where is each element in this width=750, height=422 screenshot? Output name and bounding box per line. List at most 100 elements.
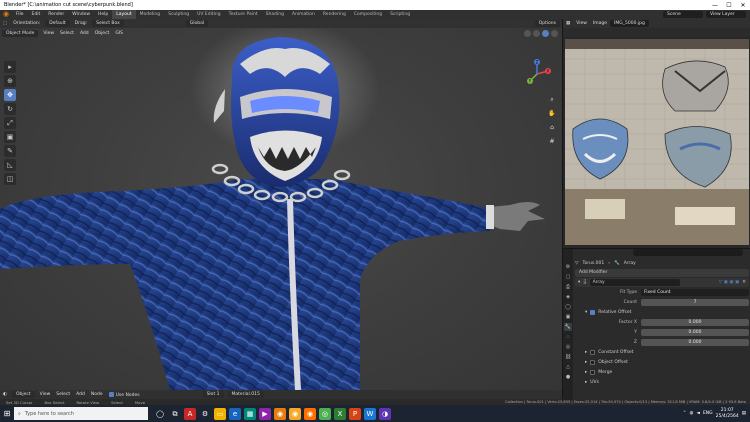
menu-view[interactable]: View bbox=[40, 31, 57, 36]
minimize-button[interactable]: — bbox=[708, 2, 722, 9]
constant-offset-expand-icon[interactable]: ▸ bbox=[585, 350, 587, 355]
object-properties-icon[interactable]: ▣ bbox=[564, 313, 572, 321]
view-layer-selector[interactable]: View Layer bbox=[706, 11, 746, 18]
move-tool-icon[interactable]: ✥ bbox=[4, 89, 16, 101]
navigation-gizmo[interactable]: X Y Z bbox=[522, 59, 552, 89]
image-editor-type-icon[interactable]: ▦ bbox=[563, 21, 573, 26]
material-dropdown[interactable]: Material.015 bbox=[227, 391, 264, 398]
maximize-button[interactable]: ☐ bbox=[722, 2, 736, 9]
blender-app-icon[interactable]: ◉ bbox=[274, 407, 286, 420]
menu-gis[interactable]: GIS bbox=[112, 31, 126, 36]
tray-expand-icon[interactable]: ⌃ bbox=[683, 411, 687, 416]
object-offset-expand-icon[interactable]: ▸ bbox=[585, 360, 587, 365]
blender-logo-icon[interactable]: ◉ bbox=[0, 10, 12, 19]
menu-object[interactable]: Object bbox=[92, 31, 113, 36]
factor-x-field[interactable]: 0.000 bbox=[641, 318, 749, 326]
media-app-icon[interactable]: ▶ bbox=[259, 407, 271, 420]
mode-dropdown[interactable]: Object Mode bbox=[2, 29, 39, 37]
menu-render[interactable]: Render bbox=[44, 12, 68, 17]
taskbar-clock[interactable]: 21:07 25/4/2564 bbox=[716, 408, 739, 420]
excel-app-icon[interactable]: X bbox=[334, 407, 346, 420]
relative-offset-expand-icon[interactable]: ▾ bbox=[585, 310, 587, 315]
tab-layout[interactable]: Layout bbox=[112, 10, 136, 19]
camera-icon[interactable]: ⌂ bbox=[547, 123, 557, 133]
tab-shading[interactable]: Shading bbox=[262, 10, 288, 19]
tool-icon[interactable]: ⬚ bbox=[0, 21, 10, 26]
count-field[interactable]: 7 bbox=[641, 298, 749, 306]
image-name-field[interactable]: IMG_5000.jpg bbox=[610, 20, 649, 27]
data-properties-icon[interactable]: △ bbox=[564, 363, 572, 371]
edge-browser-icon[interactable]: e bbox=[229, 407, 241, 420]
factor-z-field[interactable]: 0.000 bbox=[641, 338, 749, 346]
modifier-toggle-icons[interactable]: ▽ ▣ ▣ ▣ bbox=[719, 280, 740, 285]
notifications-icon[interactable]: ▤ bbox=[742, 411, 746, 416]
slot-dropdown[interactable]: Slot 1 bbox=[202, 391, 224, 398]
taskbar-search-box[interactable]: ⌕ Type here to search bbox=[14, 407, 148, 420]
fit-type-dropdown[interactable]: Fixed Count bbox=[641, 288, 749, 296]
store-app-icon[interactable]: ▦ bbox=[244, 407, 256, 420]
add-modifier-button[interactable]: Add Modifier bbox=[575, 269, 749, 277]
merge-expand-icon[interactable]: ▸ bbox=[585, 370, 587, 375]
file-explorer-icon[interactable]: ▭ bbox=[214, 407, 226, 420]
constraints-properties-icon[interactable]: ⛓ bbox=[564, 353, 572, 361]
footer-menu-view[interactable]: View bbox=[37, 392, 54, 397]
material-properties-icon[interactable]: ● bbox=[564, 373, 572, 381]
discord-app-icon[interactable]: ◑ bbox=[379, 407, 391, 420]
measure-tool-icon[interactable]: ◺ bbox=[4, 159, 16, 171]
add-cube-tool-icon[interactable]: ◫ bbox=[4, 173, 16, 185]
transform-tool-icon[interactable]: ▣ bbox=[4, 131, 16, 143]
properties-search-input[interactable] bbox=[633, 249, 743, 256]
menu-help[interactable]: Help bbox=[94, 12, 112, 17]
tab-texture-paint[interactable]: Texture Paint bbox=[225, 10, 262, 19]
solid-shading-button[interactable] bbox=[533, 29, 540, 37]
world-properties-icon[interactable]: ◯ bbox=[564, 303, 572, 311]
task-switch-icon[interactable]: ⧉ bbox=[169, 408, 181, 420]
use-nodes-checkbox[interactable] bbox=[108, 391, 114, 397]
scale-tool-icon[interactable]: ⤢ bbox=[4, 117, 16, 129]
tab-animation[interactable]: Animation bbox=[288, 10, 319, 19]
menu-window[interactable]: Window bbox=[68, 12, 94, 17]
tab-uv-editing[interactable]: UV Editing bbox=[193, 10, 224, 19]
tab-modeling[interactable]: Modeling bbox=[136, 10, 164, 19]
tab-compositing[interactable]: Compositing bbox=[350, 10, 386, 19]
tab-rendering[interactable]: Rendering bbox=[319, 10, 350, 19]
footer-menu-select[interactable]: Select bbox=[53, 392, 73, 397]
particles-properties-icon[interactable]: ∴ bbox=[564, 333, 572, 341]
menu-select[interactable]: Select bbox=[57, 31, 77, 36]
settings-app-icon[interactable]: ⚙ bbox=[199, 408, 211, 420]
transform-global-dropdown[interactable]: Global bbox=[185, 20, 209, 27]
task-view-icon[interactable]: ◯ bbox=[154, 408, 166, 420]
wireframe-shading-button[interactable] bbox=[524, 29, 531, 37]
options-dropdown[interactable]: Options bbox=[534, 20, 560, 27]
image-editor-panel[interactable]: ▦ View Image IMG_5000.jpg bbox=[562, 19, 750, 248]
cursor-tool-icon[interactable]: ⊕ bbox=[4, 75, 16, 87]
rendered-shading-button[interactable] bbox=[551, 29, 558, 37]
factor-y-field[interactable]: 0.000 bbox=[641, 328, 749, 336]
object-dropdown[interactable]: Object bbox=[11, 391, 35, 398]
tab-scripting[interactable]: Scripting bbox=[386, 10, 414, 19]
uvs-expand-icon[interactable]: ▸ bbox=[585, 380, 587, 385]
footer-menu-add[interactable]: Add bbox=[73, 392, 88, 397]
menu-edit[interactable]: Edit bbox=[28, 12, 45, 17]
pan-hand-icon[interactable]: ✋ bbox=[547, 109, 557, 119]
modifier-close-icon[interactable]: ✕ bbox=[742, 280, 746, 285]
material-shading-button[interactable] bbox=[542, 29, 549, 37]
annotate-tool-icon[interactable]: ✎ bbox=[4, 145, 16, 157]
windows-start-icon[interactable]: ⊞ bbox=[0, 405, 14, 422]
blender-app-icon-3[interactable]: ◉ bbox=[304, 407, 316, 420]
properties-panel[interactable]: ⚙ ▢ ⎙ ◈ ◯ ▣ 🔧 ∴ ◎ ⛓ △ ● ▽ Torus.001 › 🔧 … bbox=[562, 248, 750, 400]
3d-viewport[interactable]: ⬚ Orientation: Default Drag: Select Box … bbox=[0, 19, 562, 390]
close-button[interactable]: ✕ bbox=[736, 2, 750, 9]
object-offset-checkbox[interactable] bbox=[590, 359, 596, 365]
constant-offset-checkbox[interactable] bbox=[590, 349, 596, 355]
blender-app-icon-2[interactable]: ◉ bbox=[289, 407, 301, 420]
collapse-icon[interactable]: ▾ bbox=[578, 280, 580, 285]
modifier-name-field[interactable]: Array bbox=[589, 279, 680, 286]
menu-file[interactable]: File bbox=[12, 12, 28, 17]
physics-properties-icon[interactable]: ◎ bbox=[564, 343, 572, 351]
language-indicator[interactable]: ENG bbox=[703, 411, 713, 416]
footer-menu-node[interactable]: Node bbox=[88, 392, 106, 397]
drag-dropdown[interactable]: Select Box bbox=[92, 20, 124, 27]
word-app-icon[interactable]: W bbox=[364, 407, 376, 420]
chrome-browser-icon[interactable]: ◎ bbox=[319, 407, 331, 420]
